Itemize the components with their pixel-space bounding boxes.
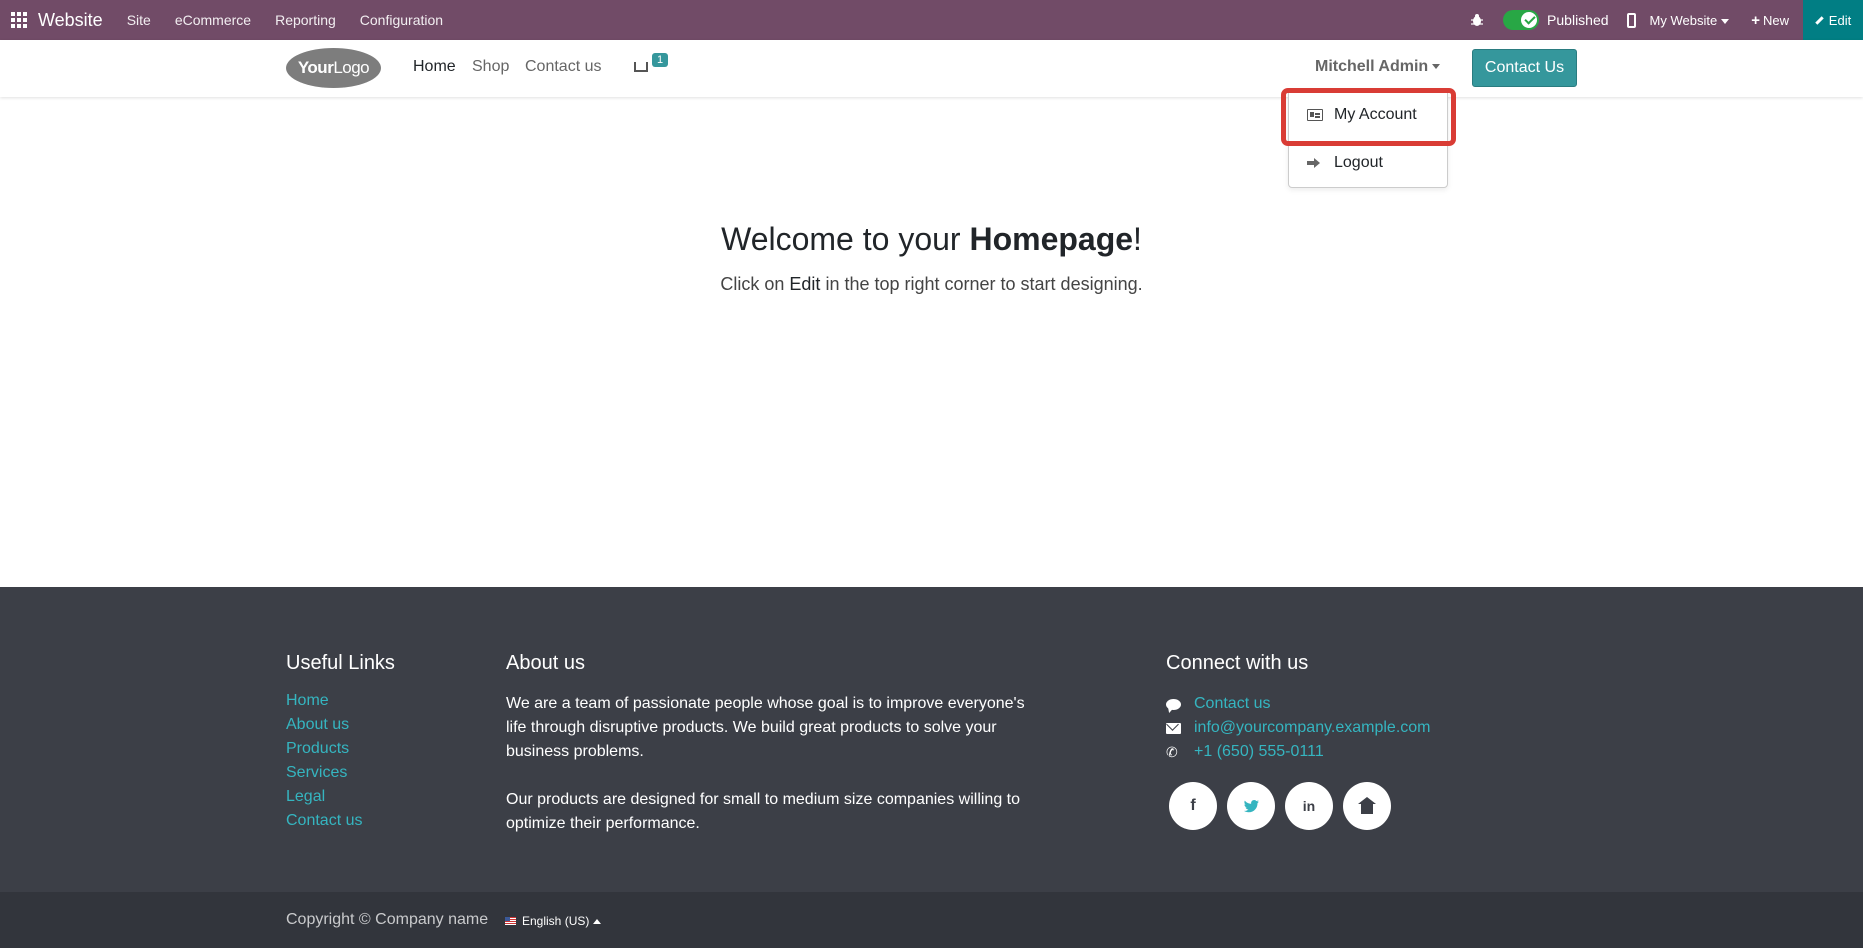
nav-home[interactable]: Home bbox=[413, 58, 456, 76]
contact-us-link[interactable]: Contact us bbox=[1166, 692, 1431, 716]
logout-item[interactable]: Logout bbox=[1307, 154, 1383, 172]
plus-icon: + bbox=[1751, 11, 1760, 29]
useful-links-heading: Useful Links bbox=[286, 652, 395, 674]
envelope-icon bbox=[1166, 722, 1181, 734]
footer-link-about[interactable]: About us bbox=[286, 716, 362, 740]
debug-bug-icon[interactable] bbox=[1469, 12, 1485, 28]
menu-reporting[interactable]: Reporting bbox=[275, 12, 336, 28]
nav-shop[interactable]: Shop bbox=[472, 58, 509, 76]
cart-link[interactable]: 1 bbox=[634, 53, 669, 72]
phone-icon: ✆ bbox=[1166, 743, 1178, 760]
site-header: Your Logo Home Shop Contact us 1 Mitchell… bbox=[0, 40, 1863, 97]
pencil-icon bbox=[1815, 15, 1824, 25]
language-selector[interactable]: English (US) bbox=[505, 914, 602, 928]
social-links: f in bbox=[1169, 782, 1401, 830]
cart-count-badge: 1 bbox=[652, 53, 669, 67]
company-logo[interactable]: Your Logo bbox=[286, 48, 381, 88]
highlight-box bbox=[1281, 88, 1456, 146]
linkedin-icon[interactable]: in bbox=[1285, 782, 1333, 830]
site-footer: Useful Links Home About us Products Serv… bbox=[0, 587, 1863, 892]
about-text: We are a team of passionate people whose… bbox=[506, 692, 1036, 860]
caret-down-icon bbox=[1721, 18, 1730, 24]
contact-us-button[interactable]: Contact Us bbox=[1472, 49, 1577, 87]
footer-link-contact[interactable]: Contact us bbox=[286, 812, 362, 836]
sign-out-icon bbox=[1307, 157, 1321, 169]
home-icon[interactable] bbox=[1343, 782, 1391, 830]
footer-link-services[interactable]: Services bbox=[286, 764, 362, 788]
about-heading: About us bbox=[506, 652, 585, 674]
website-selector[interactable]: My Website bbox=[1650, 13, 1730, 28]
contact-list: Contact us info@yourcompany.example.com … bbox=[1166, 692, 1431, 764]
nav-contact-us[interactable]: Contact us bbox=[525, 58, 601, 76]
twitter-icon[interactable] bbox=[1227, 782, 1275, 830]
shopping-cart-icon bbox=[634, 62, 648, 72]
about-paragraph: We are a team of passionate people whose… bbox=[506, 695, 1025, 760]
phone-link[interactable]: ✆ +1 (650) 555-0111 bbox=[1166, 740, 1431, 764]
footer-link-products[interactable]: Products bbox=[286, 740, 362, 764]
menu-configuration[interactable]: Configuration bbox=[360, 12, 443, 28]
footer-link-legal[interactable]: Legal bbox=[286, 788, 362, 812]
hero-title: Welcome to your Homepage! bbox=[721, 221, 1142, 257]
about-paragraph: Our products are designed for small to m… bbox=[506, 791, 1021, 832]
menu-ecommerce[interactable]: eCommerce bbox=[175, 12, 251, 28]
published-toggle[interactable] bbox=[1503, 10, 1540, 30]
caret-up-icon bbox=[593, 918, 602, 924]
us-flag-icon bbox=[505, 917, 516, 925]
copyright-bar: Copyright © Company name English (US) bbox=[0, 892, 1863, 948]
email-link[interactable]: info@yourcompany.example.com bbox=[1166, 716, 1431, 740]
mobile-preview-icon[interactable] bbox=[1626, 12, 1636, 28]
admin-navbar: Website Site eCommerce Reporting Configu… bbox=[0, 0, 1863, 40]
menu-site[interactable]: Site bbox=[127, 12, 151, 28]
user-menu-toggle[interactable]: Mitchell Admin bbox=[1315, 58, 1441, 76]
new-button[interactable]: + New bbox=[1747, 12, 1793, 29]
comment-icon bbox=[1166, 698, 1181, 710]
apps-menu-icon[interactable] bbox=[0, 0, 38, 40]
edit-button[interactable]: Edit bbox=[1803, 0, 1863, 40]
published-label: Published bbox=[1547, 12, 1609, 28]
hero-subtitle: Click on Edit in the top right corner to… bbox=[720, 274, 1143, 294]
copyright-text: Copyright © Company name bbox=[286, 911, 489, 928]
footer-link-home[interactable]: Home bbox=[286, 692, 362, 716]
caret-down-icon bbox=[1432, 64, 1441, 70]
connect-heading: Connect with us bbox=[1166, 652, 1309, 674]
useful-links-list: Home About us Products Services Legal Co… bbox=[286, 692, 362, 836]
facebook-icon[interactable]: f bbox=[1169, 782, 1217, 830]
app-name[interactable]: Website bbox=[38, 10, 103, 31]
